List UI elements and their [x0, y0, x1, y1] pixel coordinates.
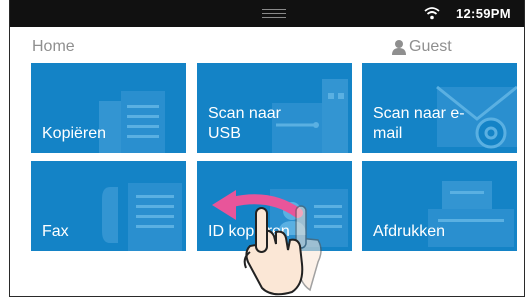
tile-kopieren[interactable]: Kopiëren	[31, 63, 186, 153]
user-account[interactable]: Guest	[392, 37, 452, 57]
tile-label: Scan naar USB	[208, 105, 281, 142]
page-title: Home	[32, 38, 75, 55]
pull-down-handle[interactable]	[262, 9, 286, 18]
tile-label: Afdrukken	[373, 223, 446, 240]
tile-label: Kopiëren	[42, 125, 107, 142]
user-icon	[392, 40, 406, 55]
status-bar: 12:59PM	[10, 0, 524, 27]
user-name: Guest	[409, 38, 452, 55]
tile-id-kopieren[interactable]: ID kopiëren	[197, 161, 352, 251]
status-clock: 12:59PM	[456, 6, 511, 21]
tile-fax[interactable]: Fax	[31, 161, 186, 251]
tile-label: ID kopiëren	[208, 223, 290, 240]
tile-label: Fax	[42, 223, 69, 240]
wifi-icon	[424, 7, 440, 20]
tile-label: Scan naar e- mail	[373, 105, 465, 142]
tile-scan-email[interactable]: Scan naar e- mail	[362, 63, 517, 153]
tile-afdrukken[interactable]: Afdrukken	[362, 161, 517, 251]
fax-icon	[102, 183, 182, 251]
printer-panel-screen: 12:59PM Home Guest Kopiëren Scan naar US…	[9, 0, 525, 297]
tile-scan-usb[interactable]: Scan naar USB	[197, 63, 352, 153]
